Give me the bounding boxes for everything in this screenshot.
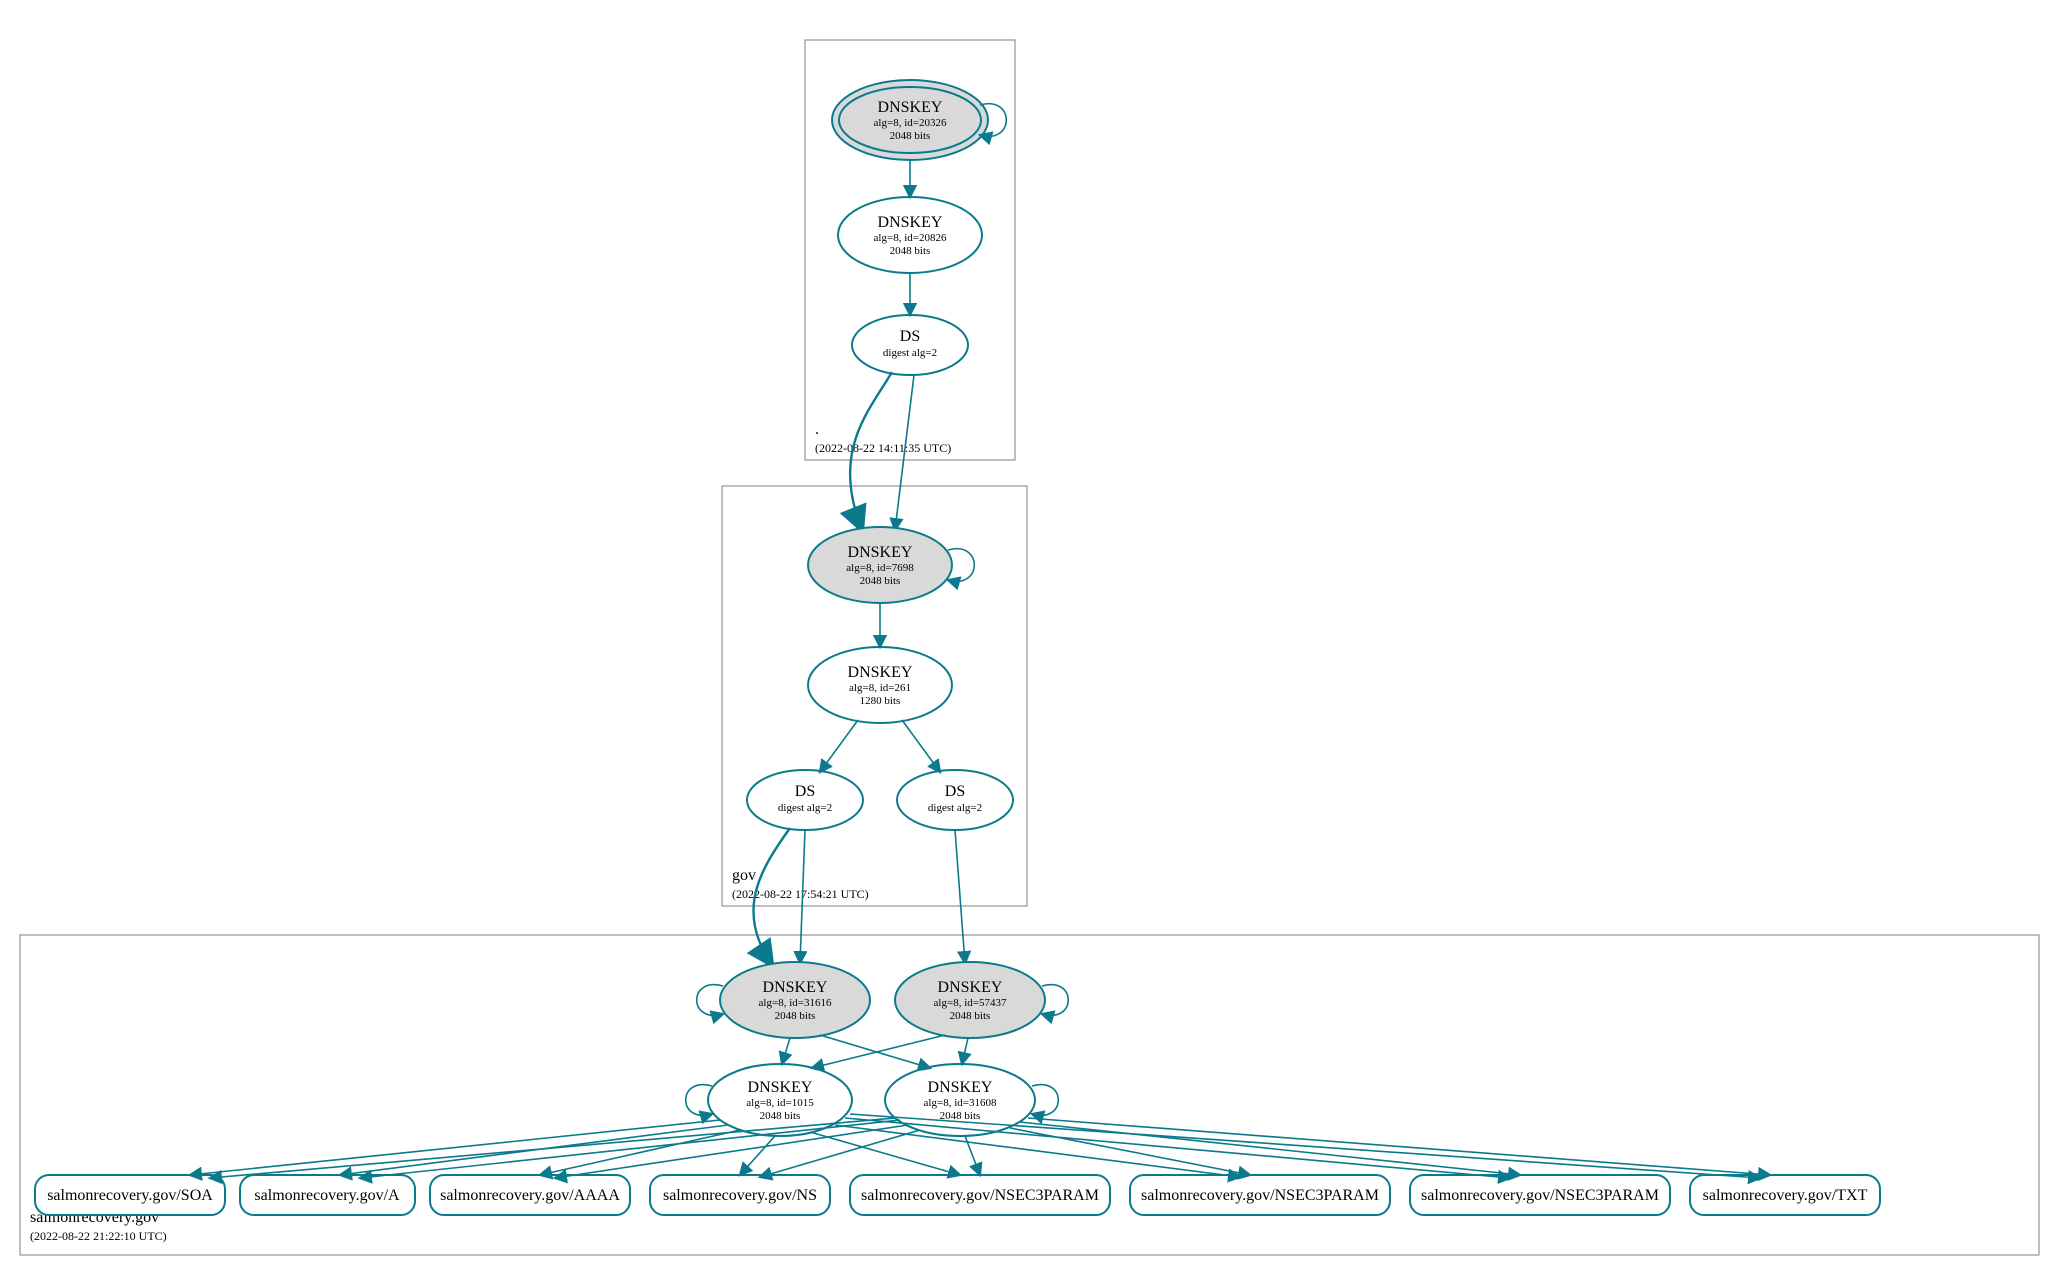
svg-text:salmonrecovery.gov/A: salmonrecovery.gov/A <box>254 1187 400 1204</box>
edge-sr-k2-z2 <box>962 1038 968 1064</box>
e-z1-rr3 <box>740 1136 775 1175</box>
svg-text:alg=8, id=7698: alg=8, id=7698 <box>846 562 914 574</box>
e-z2-rr7 <box>1028 1118 1770 1175</box>
svg-text:2048 bits: 2048 bits <box>860 575 901 587</box>
svg-text:DS: DS <box>795 783 815 800</box>
node-gov-ds1: DS digest alg=2 <box>747 770 863 830</box>
node-root-ds: DS digest alg=2 <box>852 315 968 375</box>
node-sr-zsk1: DNSKEY alg=8, id=1015 2048 bits <box>708 1064 852 1136</box>
edge-sr-k1-z2 <box>820 1035 930 1068</box>
svg-text:salmonrecovery.gov/NSEC3PARAM: salmonrecovery.gov/NSEC3PARAM <box>1421 1187 1659 1204</box>
svg-text:DNSKEY: DNSKEY <box>763 979 828 996</box>
node-gov-zsk: DNSKEY alg=8, id=261 1280 bits <box>808 647 952 723</box>
e-z1-rr1 <box>340 1125 728 1175</box>
dnssec-graph: . (2022-08-22 14:11:35 UTC) DNSKEY alg=8… <box>0 0 2059 1278</box>
svg-text:alg=8, id=261: alg=8, id=261 <box>849 682 911 694</box>
edge-gov-ds2-to-sr <box>955 830 965 963</box>
svg-text:digest alg=2: digest alg=2 <box>883 347 937 359</box>
node-root-ksk: DNSKEY alg=8, id=20326 2048 bits <box>832 80 988 160</box>
svg-text:DNSKEY: DNSKEY <box>848 544 913 561</box>
edge-sr-k1-z1 <box>782 1038 790 1064</box>
svg-text:2048 bits: 2048 bits <box>775 1010 816 1022</box>
e-z1-rr7 <box>850 1114 1760 1178</box>
node-rr3: salmonrecovery.gov/NS <box>650 1175 830 1215</box>
node-rr1: salmonrecovery.gov/A <box>240 1175 415 1215</box>
svg-text:DS: DS <box>945 783 965 800</box>
node-rr2: salmonrecovery.gov/AAAA <box>430 1175 630 1215</box>
node-rr4: salmonrecovery.gov/NSEC3PARAM <box>850 1175 1110 1215</box>
e-z2-rr3 <box>760 1130 920 1177</box>
svg-text:2048 bits: 2048 bits <box>760 1110 801 1122</box>
node-sr-ksk1: DNSKEY alg=8, id=31616 2048 bits <box>720 962 870 1038</box>
zone-root-name: . <box>815 421 819 438</box>
node-rr7: salmonrecovery.gov/TXT <box>1690 1175 1880 1215</box>
svg-text:DNSKEY: DNSKEY <box>748 1079 813 1096</box>
svg-text:DNSKEY: DNSKEY <box>878 214 943 231</box>
svg-text:alg=8, id=57437: alg=8, id=57437 <box>934 997 1007 1009</box>
node-root-zsk: DNSKEY alg=8, id=20826 2048 bits <box>838 197 982 273</box>
svg-text:alg=8, id=20826: alg=8, id=20826 <box>874 232 947 244</box>
svg-text:digest alg=2: digest alg=2 <box>778 802 832 814</box>
svg-text:DS: DS <box>900 328 920 345</box>
zone-gov-ts: (2022-08-22 17:54:21 UTC) <box>732 887 869 901</box>
edge-sr-k2-z1 <box>812 1035 945 1068</box>
svg-text:alg=8, id=31608: alg=8, id=31608 <box>924 1097 997 1109</box>
svg-text:DNSKEY: DNSKEY <box>878 99 943 116</box>
zone-sr-ts: (2022-08-22 21:22:10 UTC) <box>30 1229 167 1243</box>
svg-text:1280 bits: 1280 bits <box>860 695 901 707</box>
svg-text:DNSKEY: DNSKEY <box>928 1079 993 1096</box>
svg-text:digest alg=2: digest alg=2 <box>928 802 982 814</box>
svg-text:alg=8, id=20326: alg=8, id=20326 <box>874 117 947 129</box>
svg-text:2048 bits: 2048 bits <box>890 130 931 142</box>
edge-gov-zsk-to-ds2 <box>902 720 940 772</box>
svg-text:salmonrecovery.gov/TXT: salmonrecovery.gov/TXT <box>1703 1187 1868 1204</box>
node-rr6: salmonrecovery.gov/NSEC3PARAM <box>1410 1175 1670 1215</box>
svg-text:alg=8, id=31616: alg=8, id=31616 <box>759 997 832 1009</box>
edge-gov-zsk-to-ds1 <box>820 720 858 772</box>
svg-text:DNSKEY: DNSKEY <box>848 664 913 681</box>
node-gov-ds2: DS digest alg=2 <box>897 770 1013 830</box>
svg-text:DNSKEY: DNSKEY <box>938 979 1003 996</box>
svg-text:2048 bits: 2048 bits <box>950 1010 991 1022</box>
svg-text:alg=8, id=1015: alg=8, id=1015 <box>746 1097 814 1109</box>
svg-text:salmonrecovery.gov/NSEC3PARAM: salmonrecovery.gov/NSEC3PARAM <box>1141 1187 1379 1204</box>
node-sr-ksk2: DNSKEY alg=8, id=57437 2048 bits <box>895 962 1045 1038</box>
node-rr5: salmonrecovery.gov/NSEC3PARAM <box>1130 1175 1390 1215</box>
svg-text:salmonrecovery.gov/NSEC3PARAM: salmonrecovery.gov/NSEC3PARAM <box>861 1187 1099 1204</box>
node-rr0: salmonrecovery.gov/SOA <box>35 1175 225 1215</box>
e-z2-rr6 <box>1020 1122 1520 1175</box>
svg-text:2048 bits: 2048 bits <box>890 245 931 257</box>
svg-text:salmonrecovery.gov/SOA: salmonrecovery.gov/SOA <box>47 1187 213 1204</box>
svg-text:salmonrecovery.gov/NS: salmonrecovery.gov/NS <box>663 1187 817 1204</box>
svg-text:salmonrecovery.gov/AAAA: salmonrecovery.gov/AAAA <box>440 1187 620 1204</box>
zone-gov-name: gov <box>732 867 756 884</box>
node-gov-ksk: DNSKEY alg=8, id=7698 2048 bits <box>808 527 952 603</box>
zone-root-ts: (2022-08-22 14:11:35 UTC) <box>815 441 951 455</box>
